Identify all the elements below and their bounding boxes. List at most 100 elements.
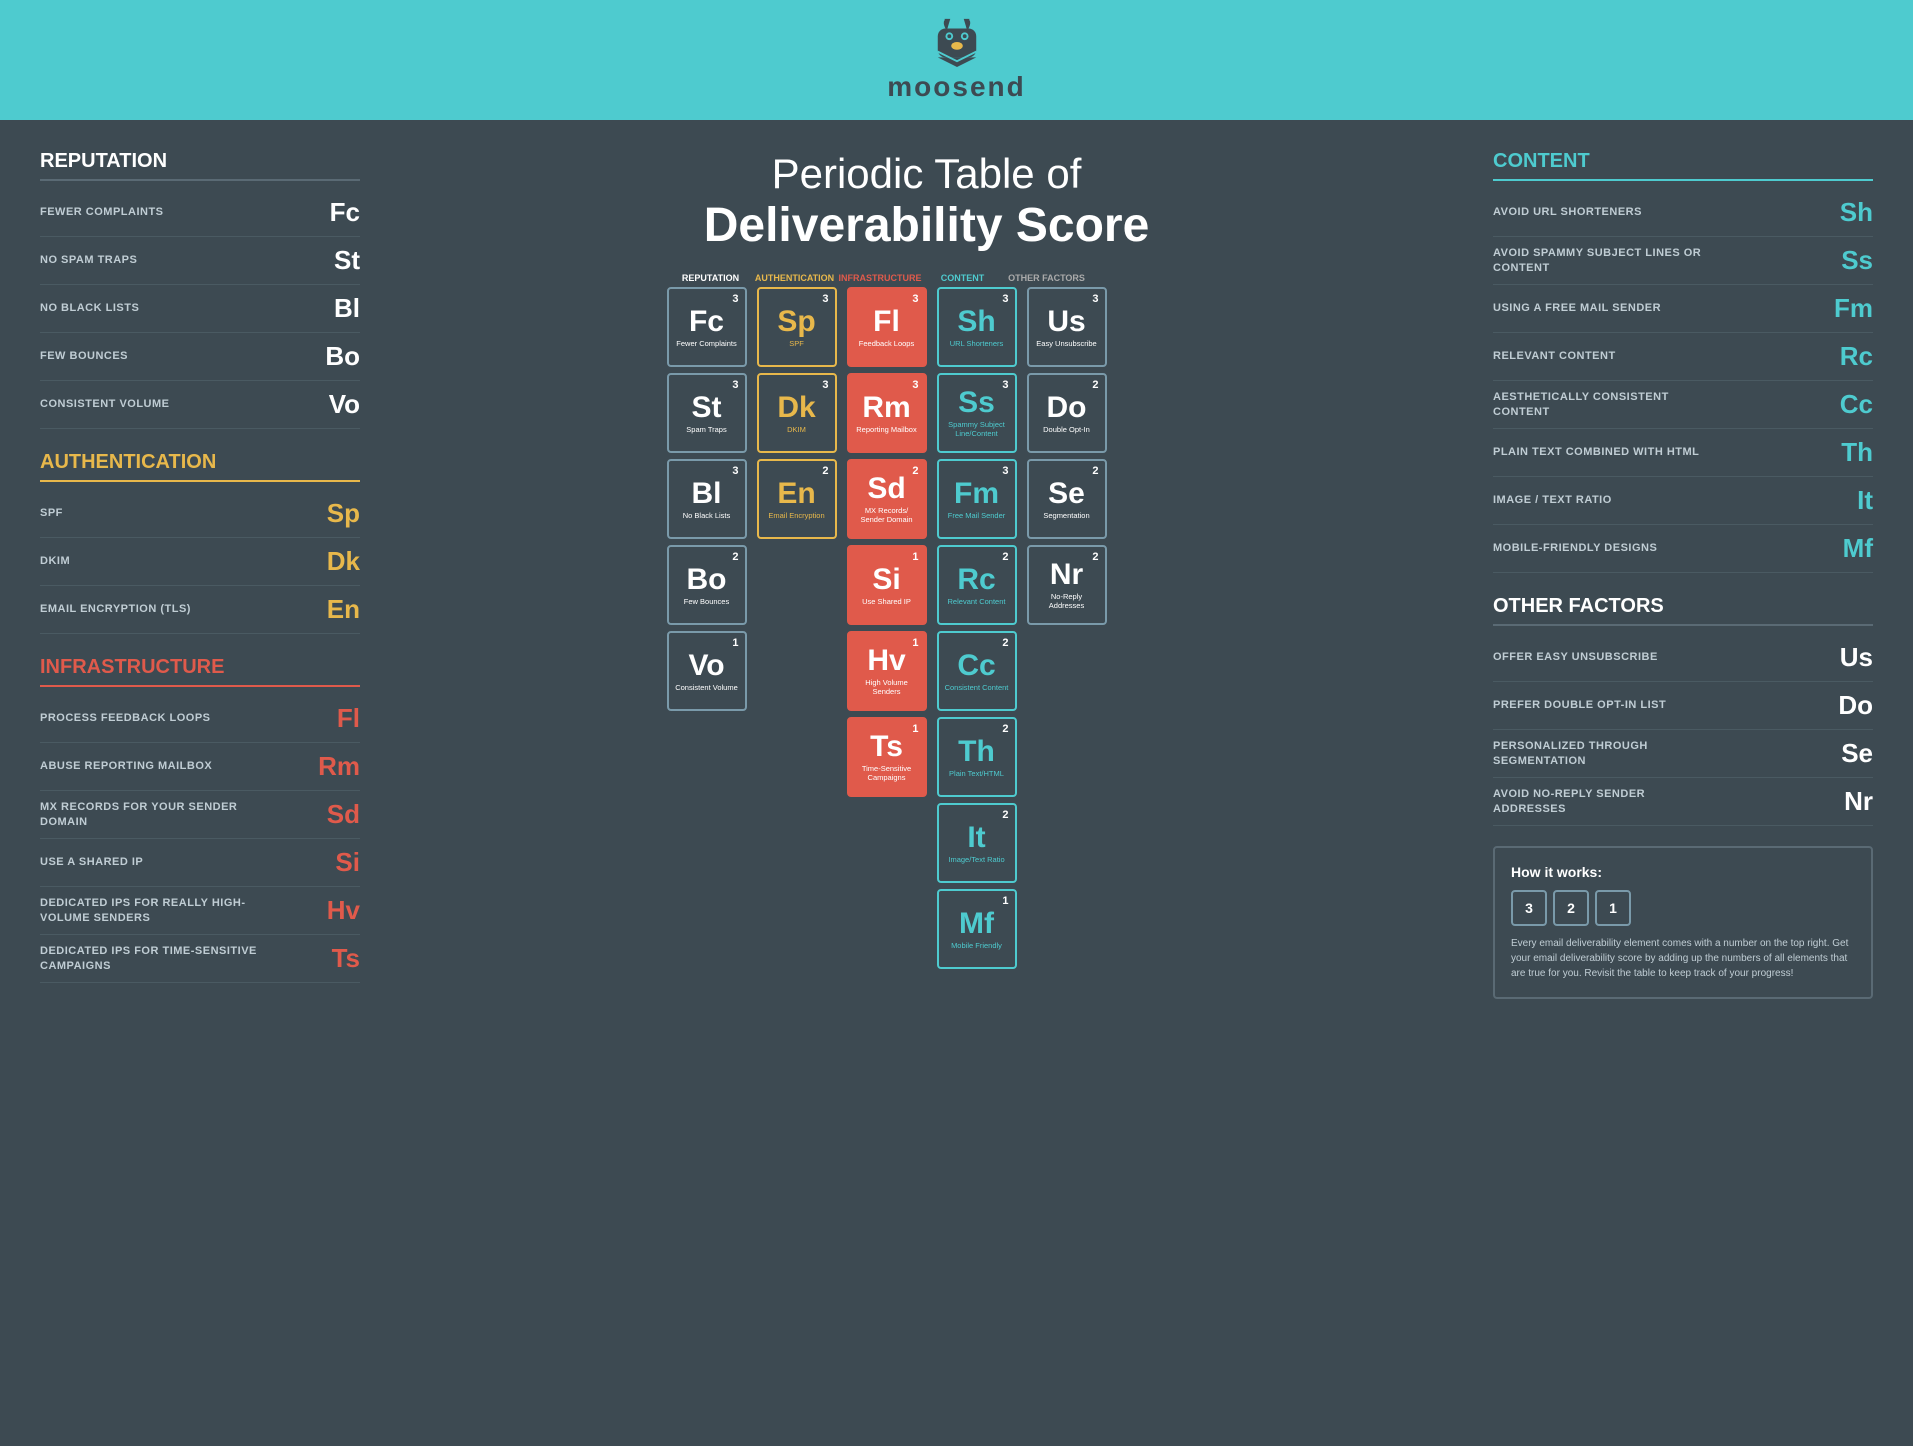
item-label: MOBILE-FRIENDLY DESIGNS: [1493, 541, 1657, 555]
pt-cell-empty: [847, 889, 927, 969]
pt-sym: It: [967, 823, 985, 853]
pt-num: 3: [822, 379, 828, 391]
pt-cell-empty: [757, 803, 837, 883]
title-top: Periodic Table of: [704, 150, 1150, 198]
list-item: RELEVANT CONTENT Rc: [1493, 333, 1873, 381]
pt-name: Spam Traps: [686, 425, 726, 434]
content-items: AVOID URL SHORTENERS Sh AVOID SPAMMY SUB…: [1493, 189, 1873, 573]
other-items: OFFER EASY UNSUBSCRIBE Us PREFER DOUBLE …: [1493, 634, 1873, 826]
pt-name: No-Reply Addresses: [1033, 592, 1101, 610]
auth-section-title: AUTHENTICATION: [40, 451, 360, 482]
pt-name: URL Shorteners: [950, 339, 1004, 348]
pt-name: Plain Text/HTML: [949, 769, 1004, 778]
item-label: EMAIL ENCRYPTION (TLS): [40, 602, 191, 616]
item-label: USING A FREE MAIL SENDER: [1493, 301, 1661, 315]
pt-num: 3: [732, 293, 738, 305]
pt-cell-empty: [757, 545, 837, 625]
item-symbol: St: [310, 245, 360, 276]
pt-cell-vo: 1 Vo Consistent Volume: [667, 631, 747, 711]
pt-cell-empty: [667, 889, 747, 969]
item-symbol: Ts: [310, 943, 360, 974]
item-symbol: Do: [1823, 690, 1873, 721]
how-box: 1: [1595, 890, 1631, 926]
item-symbol: Ss: [1823, 245, 1873, 276]
pt-name: Consistent Content: [945, 683, 1009, 692]
list-item: DEDICATED IPS FOR TIME-SENSITIVE CAMPAIG…: [40, 935, 360, 983]
item-label: DEDICATED IPS FOR TIME-SENSITIVE CAMPAIG…: [40, 944, 260, 973]
pt-cell-fl: 3 Fl Feedback Loops: [847, 287, 927, 367]
item-label: AVOID URL SHORTENERS: [1493, 205, 1642, 219]
pt-cell-mf: 1 Mf Mobile Friendly: [937, 889, 1017, 969]
pt-num: 3: [1002, 293, 1008, 305]
pt-name: Time-Sensitive Campaigns: [853, 764, 921, 782]
list-item: EMAIL ENCRYPTION (TLS) En: [40, 586, 360, 634]
item-symbol: It: [1823, 485, 1873, 516]
pt-num: 2: [1002, 637, 1008, 649]
pt-sym: Sp: [777, 307, 815, 337]
item-symbol: Rc: [1823, 341, 1873, 372]
pt-cell-en: 2 En Email Encryption: [757, 459, 837, 539]
pt-cell-bo: 2 Bo Few Bounces: [667, 545, 747, 625]
pt-name: Fewer Complaints: [676, 339, 736, 348]
pt-cell-st: 3 St Spam Traps: [667, 373, 747, 453]
pt-cell-sp: 3 Sp SPF: [757, 287, 837, 367]
how-text: Every email deliverability element comes…: [1511, 936, 1855, 981]
pt-cell-empty: [757, 631, 837, 711]
list-item: DKIM Dk: [40, 538, 360, 586]
pt-sym: Vo: [688, 651, 724, 681]
pt-sym: Th: [958, 737, 995, 767]
pt-name: Spammy Subject Line/Content: [943, 420, 1011, 438]
pt-name: Mobile Friendly: [951, 941, 1002, 950]
list-item: PREFER DOUBLE OPT-IN LIST Do: [1493, 682, 1873, 730]
pt-sym: Ts: [870, 732, 903, 762]
pt-sym: Se: [1048, 479, 1085, 509]
infra-section-title: INFRASTRUCTURE: [40, 656, 360, 687]
pt-name: Email Encryption: [768, 511, 824, 520]
brand-name: moosend: [887, 71, 1025, 103]
pt-sym: Ss: [958, 388, 995, 418]
how-box: 2: [1553, 890, 1589, 926]
col-header-rep: REPUTATION: [671, 273, 751, 283]
list-item: PERSONALIZED THROUGH SEGMENTATION Se: [1493, 730, 1873, 778]
pt-num: 3: [732, 465, 738, 477]
item-symbol: Rm: [310, 751, 360, 782]
col-header-other: OTHER FACTORS: [1007, 273, 1087, 283]
item-symbol: Dk: [310, 546, 360, 577]
list-item: AVOID SPAMMY SUBJECT LINES OR CONTENT Ss: [1493, 237, 1873, 285]
pt-sym: Fm: [954, 479, 999, 509]
pt-cell-bl: 3 Bl No Black Lists: [667, 459, 747, 539]
how-box: 3: [1511, 890, 1547, 926]
item-label: USE A SHARED IP: [40, 855, 143, 869]
pt-cell-si: 1 Si Use Shared IP: [847, 545, 927, 625]
pt-sym: Fl: [873, 307, 900, 337]
item-label: SPF: [40, 506, 63, 520]
item-label: FEWER COMPLAINTS: [40, 205, 164, 219]
pt-cell-sh: 3 Sh URL Shorteners: [937, 287, 1017, 367]
col-header-auth: AUTHENTICATION: [755, 273, 835, 283]
pt-name: Consistent Volume: [675, 683, 738, 692]
pt-sym: Sh: [957, 307, 995, 337]
pt-num: 2: [1092, 551, 1098, 563]
pt-name: Use Shared IP: [862, 597, 911, 606]
col-header-content: CONTENT: [923, 273, 1003, 283]
pt-cell-ss: 3 Ss Spammy Subject Line/Content: [937, 373, 1017, 453]
list-item: IMAGE / TEXT RATIO It: [1493, 477, 1873, 525]
item-label: PLAIN TEXT COMBINED WITH HTML: [1493, 445, 1699, 459]
pt-cell-do: 2 Do Double Opt-In: [1027, 373, 1107, 453]
title-bottom: Deliverability Score: [704, 198, 1150, 253]
pt-cell-empty: [1027, 803, 1107, 883]
pt-num: 3: [912, 379, 918, 391]
periodic-table: REPUTATION AUTHENTICATION INFRASTRUCTURE…: [667, 273, 1187, 969]
pt-name: Free Mail Sender: [948, 511, 1006, 520]
pt-name: High Volume Senders: [853, 678, 921, 696]
pt-cell-dk: 3 Dk DKIM: [757, 373, 837, 453]
pt-num: 2: [1002, 723, 1008, 735]
item-label: CONSISTENT VOLUME: [40, 397, 170, 411]
item-label: MX RECORDS FOR YOUR SENDER DOMAIN: [40, 800, 260, 829]
pt-sym: En: [777, 479, 815, 509]
list-item: USE A SHARED IP Si: [40, 839, 360, 887]
pt-cell-th: 2 Th Plain Text/HTML: [937, 717, 1017, 797]
pt-sym: Sd: [867, 474, 905, 504]
item-label: PREFER DOUBLE OPT-IN LIST: [1493, 698, 1666, 712]
item-label: NO BLACK LISTS: [40, 301, 139, 315]
